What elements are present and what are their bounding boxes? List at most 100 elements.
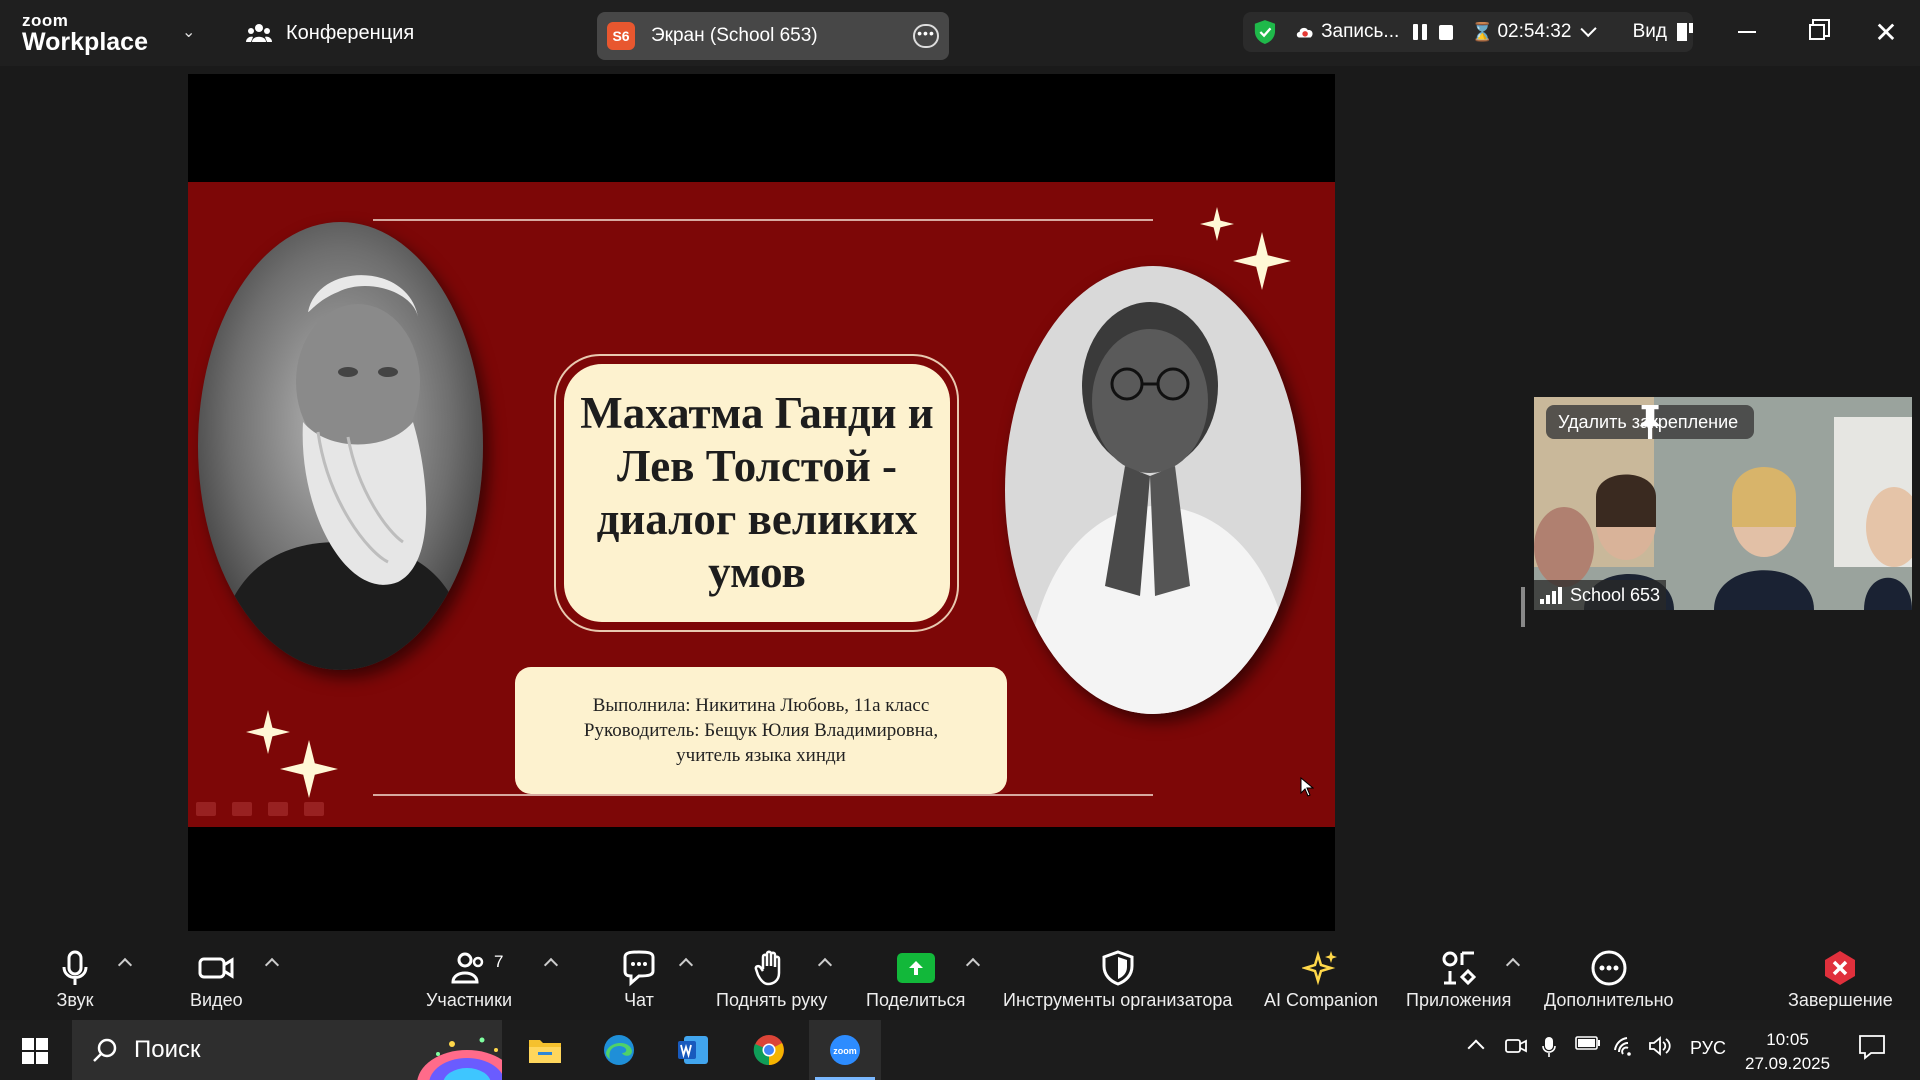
zoom-logo[interactable]: zoom Workplace [22,12,148,55]
audio-label: Звук [56,990,94,1010]
ai-companion-button[interactable]: AI Companion [1264,946,1378,1011]
meeting-timer: 02:54:32 [1497,21,1572,42]
input-language-indicator[interactable]: РУС [1690,1038,1726,1059]
slide-title: Махатма Ганди и Лев Толстой - диалог вел… [580,388,934,597]
microphone-tray-icon[interactable] [1542,1036,1556,1058]
credit-line-1: Выполнила: Никитина Любовь, 11а класс [592,695,930,716]
meeting-toolbar: Звук Видео Участники 7 Чат Поднять руку … [0,932,1920,1020]
chat-options-chevron-icon[interactable] [678,957,694,973]
end-meeting-icon [1825,951,1856,985]
title-bar: zoom Workplace ⌄ Конференция S6 Экран (S… [0,0,1920,66]
pause-recording-icon[interactable] [1413,24,1428,40]
minimize-button[interactable] [1727,14,1767,50]
recording-controls: Запись... ⌛ 02:54:32 Вид [1243,12,1693,52]
participant-name: School 653 [1570,584,1661,605]
clock-date: 27.09.2025 [1745,1054,1831,1073]
svg-text:zoom: zoom [833,1046,857,1056]
restore-button[interactable] [1797,14,1837,50]
host-tools-button[interactable]: Инструменты организатора [1003,946,1232,1011]
word-icon[interactable] [657,1020,729,1080]
recording-label[interactable]: Запись... [1321,21,1399,43]
end-label: Завершение [1788,990,1893,1010]
apps-button[interactable]: Приложения [1406,946,1511,1011]
sparkle-icon [280,740,338,798]
wifi-icon[interactable] [1613,1036,1637,1056]
chrome-icon[interactable] [733,1020,805,1080]
share-options-chevron-icon[interactable] [965,957,981,973]
encryption-shield-icon[interactable] [1253,18,1277,46]
clock-time: 10:05 [1766,1030,1809,1049]
unpin-button[interactable]: Удалить закрепление [1546,405,1755,439]
camera-tray-icon[interactable] [1505,1036,1527,1056]
slideshow-controls[interactable] [196,802,324,816]
volume-icon[interactable] [1648,1036,1672,1056]
more-options-icon[interactable]: ••• [913,24,939,48]
slides-menu-icon[interactable] [268,802,288,816]
shared-screen: Махатма Ганди и Лев Толстой - диалог вел… [188,74,1335,931]
cloud-recording-icon [1296,27,1313,38]
title-box: Махатма Ганди и Лев Толстой - диалог вел… [564,364,950,622]
screen-share-title: Экран (School 653) [651,25,818,46]
pinned-video[interactable]: Удалить закрепление School 653 [1534,397,1912,610]
search-icon [93,1038,117,1062]
windows-start-icon[interactable] [22,1038,48,1064]
share-screen-icon [896,953,935,983]
pen-icon[interactable] [232,802,252,816]
share-label: Поделиться [866,990,966,1010]
logo-workplace-text: Workplace [22,28,148,56]
slide-top-line [373,219,1153,221]
ai-sparkle-icon [1302,950,1338,986]
conference-menu[interactable]: Конференция [246,20,414,46]
participants-count: 7 [494,952,504,971]
notifications-icon[interactable] [1858,1034,1886,1060]
logo-zoom-text: zoom [22,11,69,30]
timer-chevron-icon[interactable] [1580,20,1598,38]
close-icon[interactable]: ✕ [1866,14,1906,50]
show-hidden-icons-chevron-icon[interactable] [1467,1036,1485,1057]
system-clock[interactable]: 10:05 27.09.2025 [1745,1028,1830,1076]
search-highlight-image [417,1037,502,1080]
search-placeholder: Поиск [134,1036,201,1063]
next-slide-icon[interactable] [304,802,324,816]
chat-button[interactable]: Чат [620,946,658,1011]
taskbar-search[interactable]: Поиск [72,1020,502,1080]
hand-icon [754,950,780,986]
signal-strength-icon [1540,586,1562,604]
participants-options-chevron-icon[interactable] [543,957,559,973]
battery-icon[interactable] [1575,1036,1601,1050]
video-button[interactable]: Видео [190,946,243,1011]
video-options-chevron-icon[interactable] [264,957,280,973]
chevron-down-icon[interactable]: ⌄ [182,22,195,42]
view-button[interactable]: Вид [1633,21,1667,43]
credit-line-3: учитель языка хинди [676,745,846,766]
panel-splitter[interactable] [1521,587,1525,627]
screen-share-indicator[interactable]: S6 Экран (School 653) ••• [597,12,949,60]
file-explorer-icon[interactable] [509,1020,581,1080]
participants-label: Участники [426,990,512,1010]
raise-hand-button[interactable]: Поднять руку [716,946,827,1011]
end-meeting-button[interactable]: Завершение [1788,946,1893,1011]
audio-options-chevron-icon[interactable] [117,957,133,973]
chat-label: Чат [624,990,654,1010]
gandhi-portrait [1005,266,1301,714]
zoom-app-icon[interactable]: zoom [809,1020,881,1080]
sparkle-icon [1200,207,1234,241]
pin-icon [1639,405,1661,439]
edge-browser-icon[interactable] [583,1020,655,1080]
tolstoy-portrait [198,222,483,670]
participant-name-tag: School 653 [1534,580,1667,610]
audio-button[interactable]: Звук [56,946,94,1011]
prev-slide-icon[interactable] [196,802,216,816]
credits-box: Выполнила: Никитина Любовь, 11а класс Ру… [515,667,1007,794]
windows-taskbar: Поиск zoom РУС 10:05 27.09.2025 [0,1020,1920,1080]
conference-label: Конференция [286,21,415,44]
share-button[interactable]: Поделиться [866,946,965,1011]
host-tools-label: Инструменты организатора [1003,990,1233,1010]
view-layout-icon[interactable] [1677,23,1693,41]
more-button[interactable]: Дополнительно [1544,946,1674,1011]
participants-icon [451,952,484,984]
hourglass-icon: ⌛ [1471,21,1494,42]
mouse-cursor-icon [1300,777,1314,797]
stop-recording-icon[interactable] [1439,24,1454,40]
microphone-icon [62,950,88,985]
